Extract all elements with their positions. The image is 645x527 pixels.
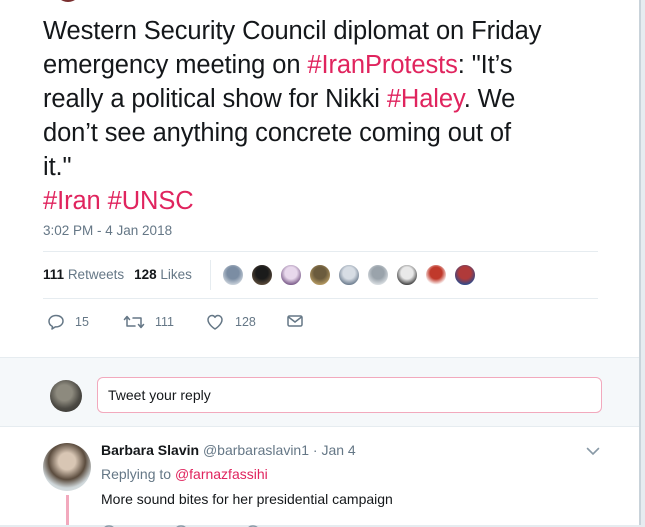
reply-date[interactable]: · Jan 4 [313,442,356,458]
liker-avatar-8[interactable] [425,264,447,286]
likes-count: 128 [134,267,157,282]
reply-text: More sound bites for her presidential ca… [101,491,393,507]
tweet-text-line: really a political show for Nikki #Haley… [43,82,613,116]
stats-separator [210,260,211,290]
retweet-icon [123,315,145,329]
divider [43,298,598,299]
likes-label: Likes [160,267,192,282]
tweet-text-segment: it." [43,153,72,181]
tweet-text-segment: . We [463,85,516,113]
tweet-text-line: it." [43,150,613,184]
retweet-count: 111 [155,315,175,329]
reply-count: 15 [75,315,89,329]
liker-avatar-6[interactable] [367,264,389,286]
tweet-text-segment [101,187,108,215]
replying-prefix: Replying to [101,466,172,482]
like-count: 128 [235,315,256,329]
tweet-text-segment: emergency meeting on [43,51,308,79]
reply-icon [48,314,64,330]
chevron-down-icon[interactable] [586,447,600,456]
tweet-text-segment: : "It’s [457,51,513,79]
thread-line [66,495,69,525]
tweet-timestamp[interactable]: 3:02 PM - 4 Jan 2018 [43,223,172,238]
liker-avatar-7[interactable] [396,264,418,286]
retweet-button[interactable]: 111 [123,313,174,331]
likes-stat[interactable]: 128 Likes [134,267,192,282]
user-avatar[interactable] [50,380,82,412]
liker-avatar-4[interactable] [309,264,331,286]
tweet-text-line: emergency meeting on #IranProtests: "It’… [43,48,613,82]
reply-author-name[interactable]: Barbara Slavin [101,442,199,458]
liker-avatar-9[interactable] [454,264,476,286]
tweet-text-line: Western Security Council diplomat on Fri… [43,14,613,48]
tweet-text-line: #Iran #UNSC [43,184,613,218]
heart-icon [207,314,223,330]
retweets-stat[interactable]: 111 Retweets [43,267,124,282]
hashtag-link[interactable]: #Iran [43,187,101,215]
liker-avatar-2[interactable] [251,264,273,286]
reply-composer: Tweet your reply [0,357,639,427]
tweet-text-segment: really a political show for Nikki [43,85,387,113]
tweet-text-segment: Western Security Council diplomat on Fri… [43,17,542,45]
author-avatar-partial[interactable] [55,0,81,2]
replying-to: Replying to @farnazfassihi [101,466,268,482]
reply-header: Barbara Slavin @barbaraslavin1 · Jan 4 [101,442,356,458]
reply-button[interactable]: 15 [47,313,89,331]
retweets-label: Retweets [67,267,125,282]
direct-message-button[interactable] [286,313,314,329]
reply-actions-partial [101,521,301,527]
tweet-text: Western Security Council diplomat on Fri… [43,14,613,218]
tweet-detail-card: Western Security Council diplomat on Fri… [0,0,641,527]
divider [43,251,598,252]
reply-input[interactable]: Tweet your reply [97,377,602,413]
liker-avatar-1[interactable] [222,264,244,286]
reply-tweet[interactable]: Barbara Slavin @barbaraslavin1 · Jan 4 R… [0,425,639,527]
envelope-icon [287,315,303,327]
like-button[interactable]: 128 [205,313,256,331]
tweet-text-line: don’t see anything concrete coming out o… [43,116,613,150]
liker-avatar-3[interactable] [280,264,302,286]
reply-author-avatar[interactable] [43,443,91,491]
reply-author-handle[interactable]: @barbaraslavin1 [203,442,309,458]
liker-avatar-5[interactable] [338,264,360,286]
hashtag-link[interactable]: #Haley [387,85,464,113]
engagement-stats: 111 Retweets 128 Likes [43,267,192,282]
tweet-text-segment: don’t see anything concrete coming out o… [43,119,511,147]
retweets-count: 111 [43,267,65,282]
replying-to-handle[interactable]: @farnazfassihi [175,466,268,482]
hashtag-link[interactable]: #UNSC [108,187,194,215]
hashtag-link[interactable]: #IranProtests [307,51,457,79]
